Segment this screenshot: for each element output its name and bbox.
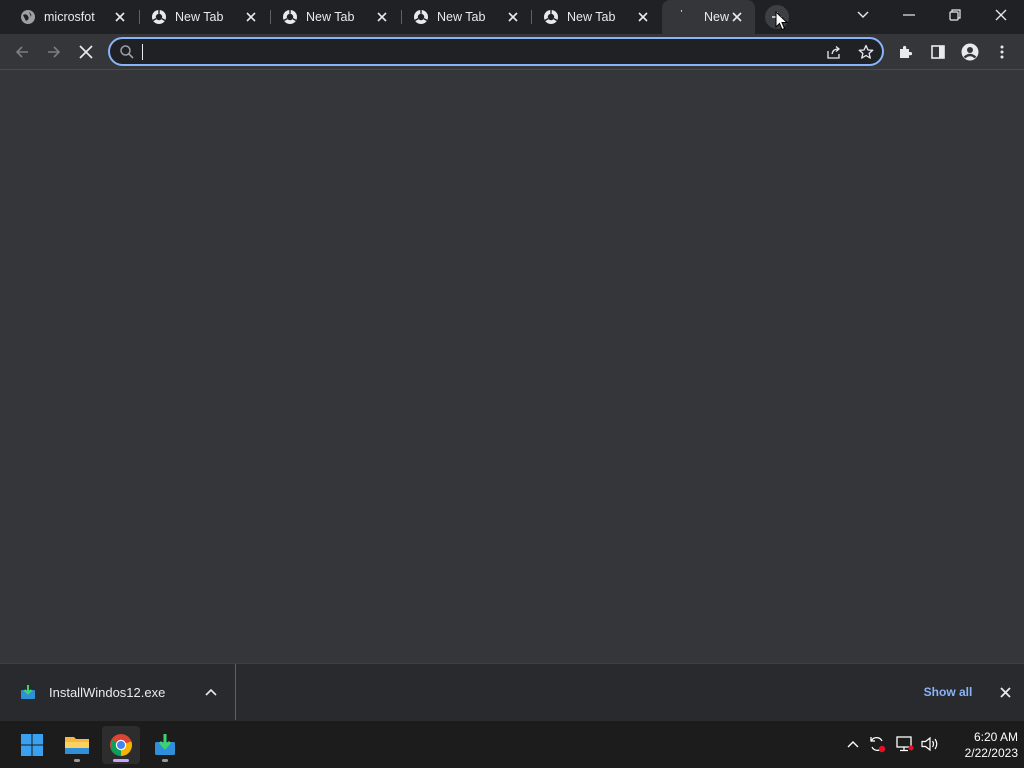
file-explorer-icon (65, 737, 89, 754)
network-icon[interactable] (894, 733, 916, 755)
forward-button[interactable] (40, 38, 68, 66)
start-button[interactable] (13, 726, 51, 764)
chrome-icon (151, 9, 167, 25)
tab-new-active[interactable]: New (662, 0, 755, 34)
chrome-icon (282, 9, 298, 25)
address-input[interactable] (140, 42, 800, 61)
restore-button[interactable] (932, 0, 978, 30)
close-icon (79, 45, 93, 59)
taskbar: 6:20 AM 2/22/2023 (0, 720, 1024, 768)
browser-toolbar (0, 34, 1024, 70)
close-tab-icon[interactable] (505, 9, 521, 25)
show-hidden-icons-button[interactable] (842, 733, 864, 755)
file-explorer-button[interactable] (58, 726, 96, 764)
text-caret (142, 44, 143, 60)
close-tab-icon[interactable] (635, 9, 651, 25)
close-tab-icon[interactable] (243, 9, 259, 25)
side-panel-button[interactable] (924, 38, 952, 66)
arrow-right-icon (48, 46, 61, 58)
avatar-icon (961, 43, 979, 61)
chrome-menu-button[interactable] (988, 38, 1016, 66)
download-shelf: InstallWindos12.exe Show all (0, 663, 1024, 720)
chrome-taskbar-button[interactable] (102, 726, 140, 764)
tab-new-tab-3[interactable]: New Tab (393, 0, 531, 34)
tab-new-tab-4[interactable]: New Tab (523, 0, 661, 34)
close-tab-icon[interactable] (112, 9, 128, 25)
chrome-icon (543, 9, 559, 25)
more-vertical-icon (1000, 45, 1004, 59)
sync-status-icon[interactable] (866, 733, 888, 755)
tab-new-tab-1[interactable]: New Tab (131, 0, 269, 34)
minimize-button[interactable] (886, 0, 932, 30)
close-icon (999, 686, 1011, 698)
close-icon (995, 9, 1007, 21)
system-clock[interactable]: 6:20 AM 2/22/2023 (944, 729, 1018, 761)
volume-icon[interactable] (919, 733, 941, 755)
chrome-icon (413, 9, 429, 25)
page-content (0, 71, 1024, 663)
tab-title: New Tab (567, 10, 616, 24)
search-icon (119, 44, 135, 60)
arrow-left-icon (15, 46, 28, 58)
chevron-up-icon (847, 741, 859, 748)
installer-icon (20, 684, 36, 700)
close-shelf-button[interactable] (996, 683, 1014, 701)
download-filename: InstallWindos12.exe (49, 684, 166, 700)
tab-strip: microsfot New Tab New Tab New Tab New Ta… (0, 0, 1024, 34)
chrome-icon (110, 734, 133, 756)
globe-icon (20, 9, 36, 25)
back-button[interactable] (8, 38, 36, 66)
installer-icon (155, 734, 175, 755)
tab-title: microsfot (44, 10, 95, 24)
close-tab-icon[interactable] (374, 9, 390, 25)
address-bar[interactable] (108, 37, 884, 66)
minimize-icon (903, 14, 915, 16)
download-item[interactable]: InstallWindos12.exe (0, 664, 236, 720)
tab-title: New Tab (175, 10, 224, 24)
extensions-button[interactable] (892, 38, 920, 66)
side-panel-icon (931, 45, 945, 59)
tab-title: New Tab (306, 10, 355, 24)
installer-taskbar-button[interactable] (146, 726, 184, 764)
share-icon[interactable] (824, 42, 844, 62)
puzzle-icon (900, 45, 913, 58)
mouse-cursor-icon (775, 11, 789, 31)
loading-spinner-icon (676, 9, 692, 25)
profile-button[interactable] (956, 38, 984, 66)
restore-icon (949, 9, 961, 21)
close-window-button[interactable] (978, 0, 1024, 30)
chevron-up-icon[interactable] (203, 684, 219, 700)
tab-new-tab-2[interactable]: New Tab (262, 0, 400, 34)
tab-microsfot[interactable]: microsfot (0, 0, 138, 34)
close-tab-icon[interactable] (729, 9, 745, 25)
stop-loading-button[interactable] (72, 38, 100, 66)
bookmark-star-icon[interactable] (856, 42, 876, 62)
chevron-down-icon (857, 11, 869, 18)
tab-search-button[interactable] (840, 0, 886, 30)
clock-time: 6:20 AM (973, 730, 1018, 744)
tab-title: New (704, 10, 729, 24)
start-icon (21, 734, 43, 756)
tab-title: New Tab (437, 10, 486, 24)
show-all-button[interactable]: Show all (912, 680, 984, 704)
clock-date: 2/22/2023 (964, 746, 1018, 760)
